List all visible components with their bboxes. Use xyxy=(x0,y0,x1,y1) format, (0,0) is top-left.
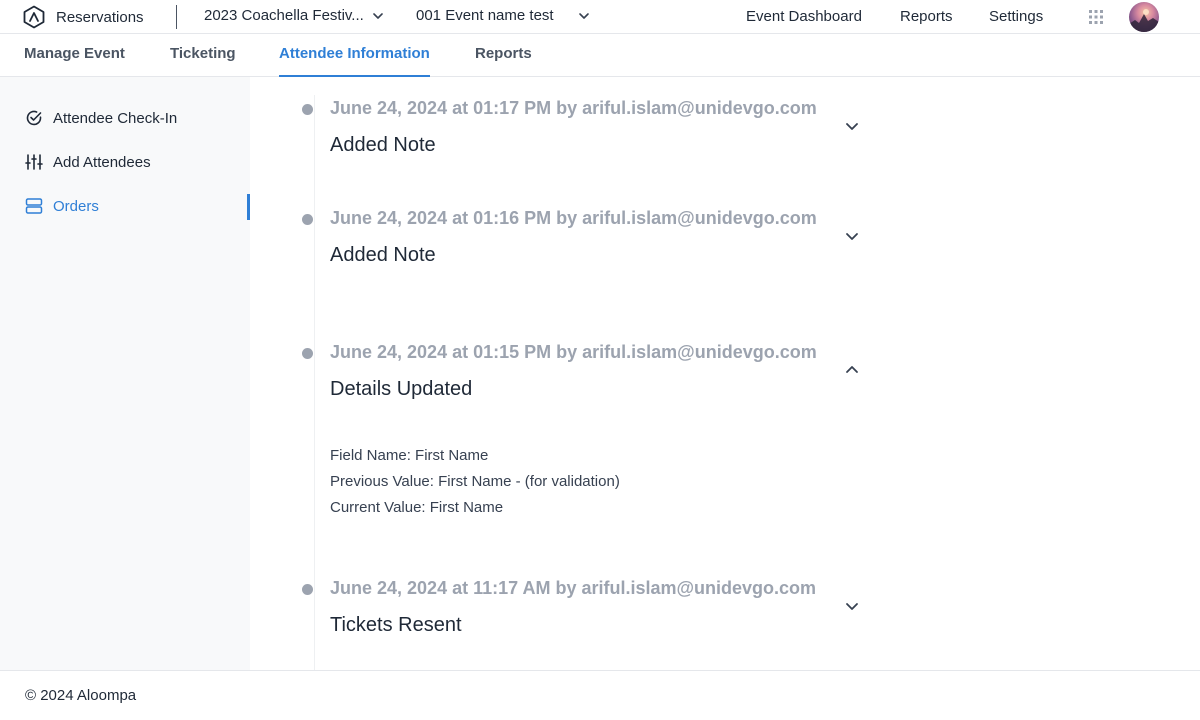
brand[interactable]: Reservations xyxy=(22,4,144,30)
entry-meta: June 24, 2024 at 01:17 PM by ariful.isla… xyxy=(330,98,817,118)
timeline-dot xyxy=(302,584,313,595)
tab-bar: Manage Event Ticketing Attendee Informat… xyxy=(0,34,1200,77)
chevron-down-icon[interactable] xyxy=(844,118,860,134)
server-icon xyxy=(25,198,43,214)
footer: © 2024 Aloompa xyxy=(0,670,1200,720)
timeline-dot xyxy=(302,348,313,359)
footer-copyright: © 2024 Aloompa xyxy=(25,687,137,704)
event-selector-label: 2023 Coachella Festiv... xyxy=(204,7,364,24)
user-avatar[interactable] xyxy=(1129,2,1159,32)
entry-title: Added Note xyxy=(330,134,436,156)
app-name: Reservations xyxy=(56,8,144,26)
timeline-dot xyxy=(302,214,313,225)
grid-icon[interactable] xyxy=(1089,10,1103,24)
sidebar-item-label: Attendee Check-In xyxy=(53,109,178,127)
top-bar: Reservations 2023 Coachella Festiv... 00… xyxy=(0,0,1200,34)
chevron-down-icon xyxy=(373,12,383,19)
entry-meta: June 24, 2024 at 01:15 PM by ariful.isla… xyxy=(330,342,817,362)
chevron-down-icon xyxy=(578,12,589,19)
entry-title: Details Updated xyxy=(330,378,473,400)
tab-attendee-information[interactable]: Attendee Information xyxy=(279,45,430,77)
detail-previous-value: Previous Value: First Name - (for valida… xyxy=(330,473,620,490)
entry-title: Tickets Resent xyxy=(330,614,462,636)
nav-settings[interactable]: Settings xyxy=(989,8,1043,25)
sidebar-item-attendee-check-in[interactable]: Attendee Check-In xyxy=(25,107,250,129)
avatar-image xyxy=(1129,9,1159,32)
sidebar-item-label: Orders xyxy=(53,197,99,215)
entry-details: Field Name: First Name Previous Value: F… xyxy=(330,443,620,521)
event-name-selector[interactable]: 001 Event name test xyxy=(416,7,590,24)
event-selector[interactable]: 2023 Coachella Festiv... xyxy=(204,7,384,24)
tab-ticketing[interactable]: Ticketing xyxy=(170,45,236,77)
detail-current-value: Current Value: First Name xyxy=(330,499,504,516)
chevron-down-icon[interactable] xyxy=(844,228,860,244)
entry-meta: June 24, 2024 at 11:17 AM by ariful.isla… xyxy=(330,578,817,598)
sliders-icon xyxy=(25,154,43,170)
sidebar: Attendee Check-In Add Attendees Orders xyxy=(0,77,250,670)
entry-title: Added Note xyxy=(330,244,436,266)
timeline-dot xyxy=(302,104,313,115)
check-circle-icon xyxy=(26,110,42,126)
header-divider xyxy=(176,5,177,29)
entry-meta: June 24, 2024 at 01:16 PM by ariful.isla… xyxy=(330,208,817,228)
tab-reports[interactable]: Reports xyxy=(475,45,532,77)
sidebar-item-orders[interactable]: Orders xyxy=(25,195,250,217)
nav-event-dashboard[interactable]: Event Dashboard xyxy=(746,8,862,25)
chevron-up-icon[interactable] xyxy=(844,362,860,378)
detail-field-name: Field Name: First Name xyxy=(330,447,489,464)
brand-logo-icon xyxy=(23,5,45,29)
event-name-selector-label: 001 Event name test xyxy=(416,7,554,24)
nav-reports[interactable]: Reports xyxy=(900,8,953,25)
sidebar-active-indicator xyxy=(247,194,250,220)
tab-manage-event[interactable]: Manage Event xyxy=(24,45,125,77)
sidebar-item-label: Add Attendees xyxy=(53,153,151,171)
sidebar-item-add-attendees[interactable]: Add Attendees xyxy=(25,151,250,173)
timeline-line xyxy=(314,95,315,670)
chevron-down-icon[interactable] xyxy=(844,598,860,614)
